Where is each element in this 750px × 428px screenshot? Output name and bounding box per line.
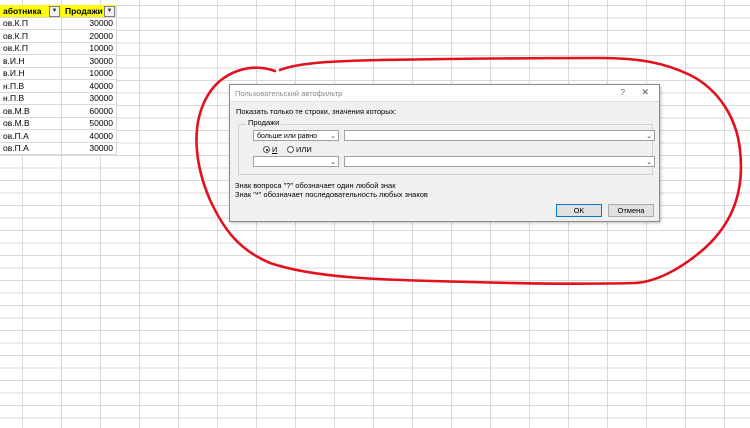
condition1-value-select[interactable]: ⌄ [344, 130, 655, 141]
sales-cell[interactable]: 40000 [61, 79, 117, 93]
sales-cell[interactable]: 30000 [61, 54, 117, 68]
custom-autofilter-dialog: Пользовательский автофильтр ? ✕ Показать… [229, 84, 660, 222]
chevron-down-icon: ⌄ [330, 159, 336, 166]
chevron-down-icon: ⌄ [646, 133, 652, 140]
cancel-button[interactable]: Отмена [608, 204, 654, 217]
employee-cell[interactable]: в.И.Н [0, 54, 62, 68]
field-label: Продажи [246, 118, 282, 127]
table-row: н.П.В 30000 [0, 92, 117, 105]
dialog-title: Пользовательский автофильтр [235, 89, 343, 98]
employee-cell[interactable]: в.И.Н [0, 67, 62, 80]
sales-cell[interactable]: 10000 [61, 42, 117, 55]
close-icon[interactable]: ✕ [641, 87, 649, 98]
employee-cell[interactable]: ов.П.А [0, 129, 62, 143]
table-row: в.И.Н 30000 [0, 54, 117, 68]
and-radio[interactable] [263, 146, 270, 153]
employee-cell[interactable]: н.П.В [0, 92, 62, 105]
sales-cell[interactable]: 50000 [61, 117, 117, 130]
or-radio[interactable] [287, 146, 294, 153]
employee-cell[interactable]: ов.К.П [0, 17, 62, 30]
chevron-down-icon: ⌄ [330, 133, 336, 140]
table-row: ов.К.П 20000 [0, 29, 117, 43]
employee-cell[interactable]: ов.К.П [0, 29, 62, 43]
sales-cell[interactable]: 30000 [61, 142, 117, 155]
table-row: ов.К.П 10000 [0, 42, 117, 55]
help-icon[interactable]: ? [621, 88, 625, 97]
chevron-down-icon: ⌄ [646, 159, 652, 166]
table-row: ов.П.А 40000 [0, 129, 117, 143]
table-row: ов.К.П 30000 [0, 17, 117, 30]
condition2-operator-select[interactable]: ⌄ [253, 156, 339, 167]
employee-cell[interactable]: ов.П.А [0, 142, 62, 155]
instruction-label: Показать только те строки, значения кото… [236, 107, 397, 116]
filter-dropdown-icon[interactable]: ▼ [49, 6, 60, 17]
filter-dropdown-icon[interactable]: ▼ [104, 6, 115, 17]
hint-asterisk: Знак "*" обозначает последовательность л… [235, 190, 428, 199]
table-row: н.П.В 40000 [0, 79, 117, 93]
dialog-titlebar: Пользовательский автофильтр ? ✕ [230, 85, 659, 102]
data-table: аботника ▼ Продажи ▼ ов.К.П 30000 ов.К.П 2000… [0, 5, 117, 155]
sales-cell[interactable]: 30000 [61, 92, 117, 105]
table-row: в.И.Н 10000 [0, 67, 117, 80]
employee-cell[interactable]: ов.М.В [0, 117, 62, 130]
table-row: ов.М.В 60000 [0, 104, 117, 118]
table-row: ов.М.В 50000 [0, 117, 117, 130]
condition1-operator-select[interactable]: больше или равно ⌄ [253, 130, 339, 141]
sales-cell[interactable]: 30000 [61, 17, 117, 30]
condition1-operator-value: больше или равно [257, 133, 318, 140]
and-label: И [272, 145, 278, 154]
sales-cell[interactable]: 60000 [61, 104, 117, 118]
sales-cell[interactable]: 20000 [61, 29, 117, 43]
condition2-value-select[interactable]: ⌄ [344, 156, 655, 167]
employee-cell[interactable]: н.П.В [0, 79, 62, 93]
header-row: аботника ▼ Продажи ▼ [0, 5, 117, 18]
sales-cell[interactable]: 10000 [61, 67, 117, 80]
table-row: ов.П.А 30000 [0, 142, 117, 155]
or-label: ИЛИ [296, 145, 312, 154]
employee-cell[interactable]: ов.М.В [0, 104, 62, 118]
header-employee[interactable]: аботника ▼ [0, 5, 62, 18]
hint-question-mark: Знак вопроса "?" обозначает один любой з… [235, 181, 396, 190]
employee-cell[interactable]: ов.К.П [0, 42, 62, 55]
ok-button[interactable]: OK [556, 204, 602, 217]
header-sales[interactable]: Продажи ▼ [61, 5, 117, 18]
sales-cell[interactable]: 40000 [61, 129, 117, 143]
